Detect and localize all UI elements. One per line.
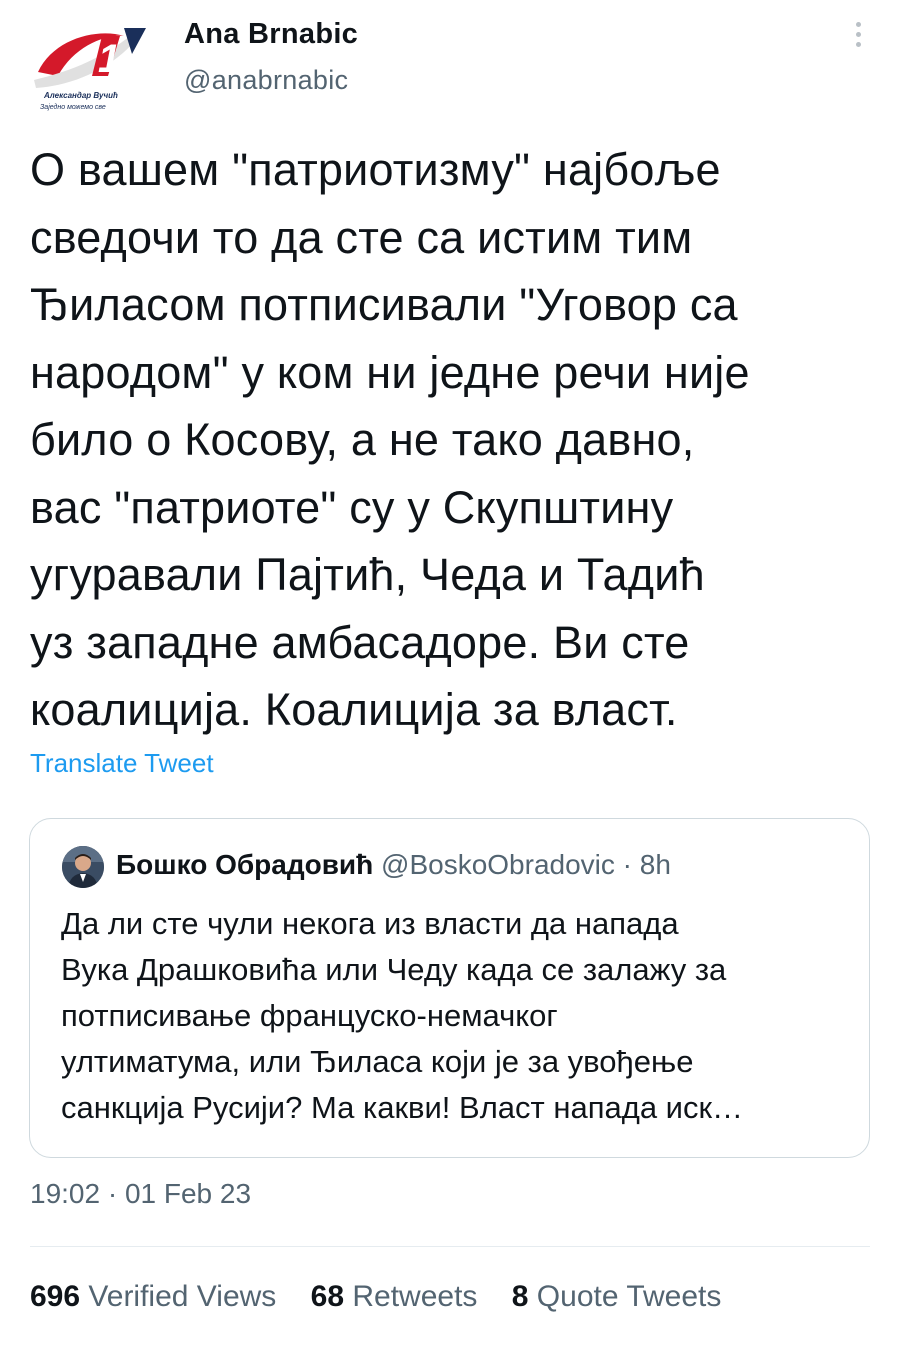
- divider: [30, 1246, 870, 1247]
- svg-text:Александар Вучић: Александар Вучић: [43, 91, 118, 100]
- retweets-label: Retweets: [352, 1280, 478, 1313]
- quoted-author-name[interactable]: Бошко Обрадовић: [116, 849, 373, 880]
- svg-text:Заједно можемо све: Заједно можемо све: [40, 103, 106, 111]
- author-handle[interactable]: @anabrnabic: [184, 65, 358, 96]
- quoted-line: Вука Драшковића или Чеду када се залажу …: [61, 952, 727, 987]
- author-avatar[interactable]: 1 Александар Вучић Заједно можемо све: [28, 14, 150, 124]
- quoted-time-ago[interactable]: 8h: [640, 849, 671, 880]
- views-count: 696: [30, 1280, 81, 1313]
- quote-tweets-stat[interactable]: 8 Quote Tweets: [512, 1280, 722, 1313]
- quoted-line: санкција Русији? Ма какви! Власт напада …: [61, 1090, 744, 1125]
- tweet-line: угуравали Пајтић, Чеда и Тадић: [30, 549, 705, 600]
- tweet-text: О вашем "патриотизму" најбоље сведочи то…: [30, 136, 880, 744]
- quoted-author-avatar[interactable]: [62, 846, 104, 888]
- quoted-tweet-card[interactable]: Бошко Обрадовић @BoskoObradovic · 8h Да …: [29, 818, 870, 1158]
- quoted-line: Да ли сте чули некога из власти да напад…: [61, 906, 679, 941]
- retweets-count: 68: [310, 1280, 345, 1313]
- quoted-header: Бошко Обрадовић @BoskoObradovic · 8h: [116, 849, 671, 881]
- tweet-timestamp[interactable]: 19:02 · 01 Feb 23: [30, 1178, 251, 1210]
- quoted-separator: ·: [622, 849, 632, 880]
- tweet-line: било о Косову, а не тако давно,: [30, 414, 695, 465]
- translate-tweet-link[interactable]: Translate Tweet: [30, 748, 214, 779]
- retweets-stat[interactable]: 68 Retweets: [311, 1280, 486, 1313]
- author-block: Ana Brnabic @anabrnabic: [184, 18, 358, 96]
- tweet-line: вас "патриоте" су у Скупштину: [30, 481, 674, 533]
- svg-text:1: 1: [98, 37, 120, 81]
- tweet-line: сведочи то да сте са истим тим: [30, 211, 693, 263]
- views-label: Verified Views: [88, 1280, 277, 1313]
- tweet-line: коалиција. Коалиција за власт.: [30, 684, 678, 735]
- tweet-line: Ђиласом потписивали "Уговор са: [30, 279, 738, 330]
- quoted-line: ултиматума, или Ђиласа који је за увођењ…: [61, 1044, 694, 1079]
- tweet-line: уз западне амбасадоре. Ви сте: [30, 616, 690, 668]
- tweet-line: народом" у ком ни једне речи није: [30, 346, 750, 398]
- tweet-stats: 696 Verified Views 68 Retweets 8 Quote T…: [30, 1280, 747, 1314]
- quoted-tweet-text: Да ли сте чули некога из власти да напад…: [61, 901, 851, 1131]
- more-vertical-icon[interactable]: [850, 22, 866, 54]
- quoted-author-handle[interactable]: @BoskoObradovic: [381, 849, 615, 880]
- tweet-line: О вашем "патриотизму" најбоље: [30, 144, 721, 195]
- views-stat[interactable]: 696 Verified Views: [30, 1280, 285, 1313]
- quotes-label: Quote Tweets: [536, 1280, 722, 1313]
- author-name[interactable]: Ana Brnabic: [184, 18, 358, 51]
- party-logo-icon: 1 Александар Вучић Заједно можемо све: [34, 28, 146, 111]
- quotes-count: 8: [511, 1280, 529, 1313]
- quoted-line: потписивање француско-немачког: [61, 998, 558, 1033]
- person-photo-icon: [62, 846, 104, 888]
